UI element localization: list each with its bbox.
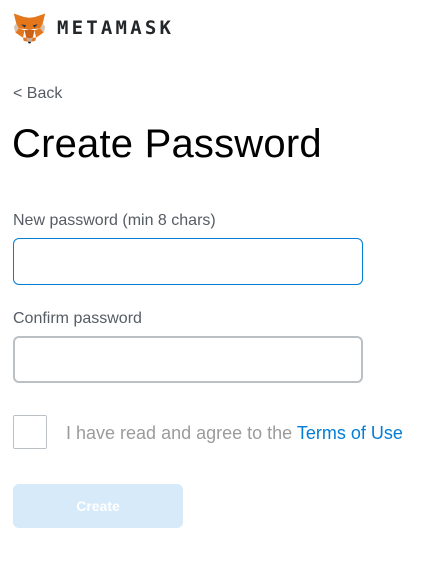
app-header: METAMASK xyxy=(13,11,174,45)
terms-checkbox[interactable] xyxy=(13,415,47,449)
metamask-fox-icon xyxy=(13,13,46,43)
back-link[interactable]: < Back xyxy=(13,85,62,103)
create-button[interactable]: Create xyxy=(13,484,183,528)
confirm-password-input[interactable] xyxy=(13,336,363,383)
new-password-input[interactable] xyxy=(13,238,363,285)
terms-agreement-text: I have read and agree to the Terms of Us… xyxy=(66,423,403,444)
new-password-label: New password (min 8 chars) xyxy=(13,212,216,229)
confirm-password-label: Confirm password xyxy=(13,310,142,327)
terms-of-use-link[interactable]: Terms of Use xyxy=(297,423,403,443)
page-title: Create Password xyxy=(12,122,322,166)
brand-wordmark: METAMASK xyxy=(57,17,175,39)
terms-prefix-text: I have read and agree to the xyxy=(66,423,297,443)
